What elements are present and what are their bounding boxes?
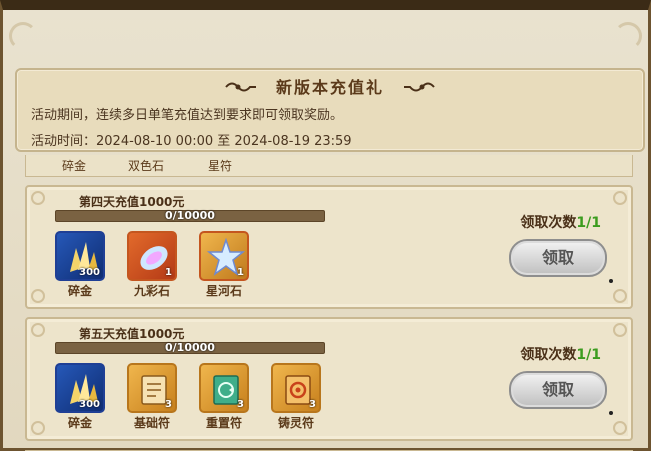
claim-button[interactable]: 领取: [509, 371, 607, 409]
item-name: 碎金: [67, 284, 92, 298]
item-name: 星河石: [205, 284, 242, 298]
corner-ornament: [614, 22, 642, 50]
item-name: 碎金: [62, 159, 87, 173]
item-qty: 3: [165, 399, 172, 410]
reset-scroll-icon[interactable]: 3: [199, 363, 249, 413]
item-qty: 1: [165, 267, 172, 278]
claim-count: 领取次数1/1: [520, 212, 601, 232]
event-header: 新版本充值礼 活动期间，连续多日单笔充值达到要求即可领取奖励。 活动时间：202…: [15, 68, 645, 152]
item-qty: 300: [79, 267, 100, 278]
gold-crystal-icon[interactable]: 300: [55, 363, 105, 413]
scroll-icon[interactable]: 3: [127, 363, 177, 413]
event-title: 新版本充值礼: [275, 78, 384, 97]
card-title: 第五天充值1000元: [79, 327, 185, 341]
item-name: 双色石: [128, 159, 165, 173]
gold-crystal-icon[interactable]: 300: [55, 231, 105, 281]
reward-item[interactable]: 300 碎金: [55, 231, 105, 299]
item-name: 星符: [208, 159, 233, 173]
claim-count-value: 1/1: [576, 347, 601, 363]
previous-card-partial: 碎金 双色石 星符: [25, 155, 633, 177]
right-ornament-icon: [402, 79, 436, 93]
item-qty: 3: [237, 399, 244, 410]
reward-card-day5: 第五天充值1000元 0/10000 领取次数1/1 领取 300 碎金 3 基…: [25, 317, 633, 441]
reward-item[interactable]: 3 基础符: [127, 363, 177, 431]
reward-item[interactable]: 3 重置符: [199, 363, 249, 431]
reward-item[interactable]: 300 碎金: [55, 363, 105, 431]
item-name: 基础符: [133, 416, 170, 430]
claim-count: 领取次数1/1: [520, 344, 601, 364]
item-name: 九彩石: [133, 284, 170, 298]
item-qty: 300: [79, 399, 100, 410]
reward-item[interactable]: 1 星河石: [199, 231, 249, 299]
corner-ornament: [9, 22, 37, 50]
event-time: 活动时间：2024-08-10 00:00 至 2024-08-19 23:59: [31, 134, 352, 149]
card-title: 第四天充值1000元: [79, 195, 185, 209]
claim-count-value: 1/1: [576, 215, 601, 231]
soul-scroll-icon[interactable]: 3: [271, 363, 321, 413]
item-name: 重置符: [205, 416, 242, 430]
progress-text: 0/10000: [165, 341, 215, 354]
reward-items: 300 碎金 1 九彩石 1 星河石: [55, 231, 249, 299]
star-crystal-icon[interactable]: 1: [199, 231, 249, 281]
reward-items: 300 碎金 3 基础符 3 重置符 3 铸灵符: [55, 363, 321, 431]
reward-card-day4: 第四天充值1000元 0/10000 领取次数1/1 领取 300 碎金 1 九…: [25, 185, 633, 309]
progress-text: 0/10000: [165, 209, 215, 222]
event-description: 活动期间，连续多日单笔充值达到要求即可领取奖励。: [31, 108, 344, 123]
claim-button[interactable]: 领取: [509, 239, 607, 277]
reward-item[interactable]: 1 九彩石: [127, 231, 177, 299]
reward-item[interactable]: 3 铸灵符: [271, 363, 321, 431]
item-name: 铸灵符: [277, 416, 314, 430]
claim-count-label: 领取次数: [520, 347, 577, 363]
item-name: 碎金: [67, 416, 92, 430]
claim-count-label: 领取次数: [520, 215, 577, 231]
left-ornament-icon: [224, 79, 258, 93]
event-window: 新版本充值礼 活动期间，连续多日单笔充值达到要求即可领取奖励。 活动时间：202…: [0, 0, 651, 451]
item-qty: 1: [237, 267, 244, 278]
rainbow-stone-icon[interactable]: 1: [127, 231, 177, 281]
item-qty: 3: [309, 399, 316, 410]
